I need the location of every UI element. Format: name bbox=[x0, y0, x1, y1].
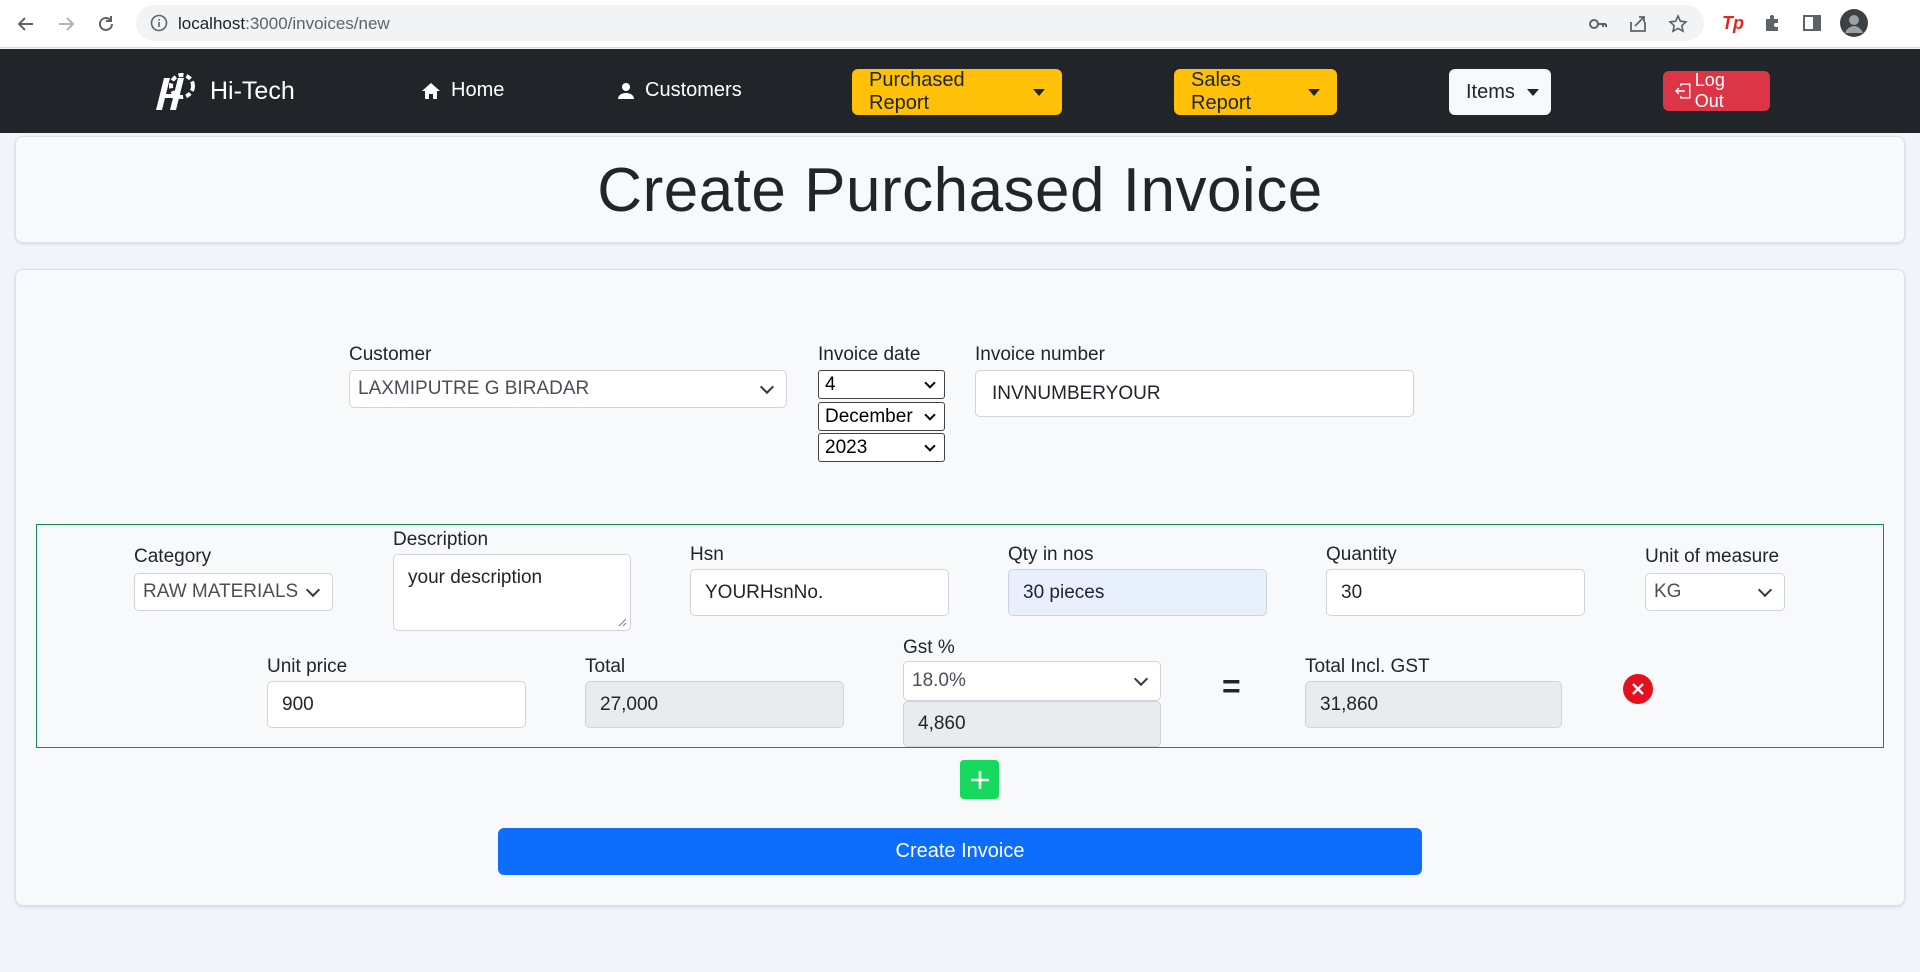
url-text: localhost:3000/invoices/new bbox=[178, 14, 390, 33]
quantity-label: Quantity bbox=[1326, 544, 1397, 565]
reload-icon[interactable] bbox=[92, 10, 120, 38]
items-label: Items bbox=[1466, 80, 1515, 103]
page-title: Create Purchased Invoice bbox=[597, 156, 1323, 225]
description-textarea[interactable]: your description bbox=[393, 554, 631, 631]
unit-price-input[interactable]: 900 bbox=[267, 681, 526, 728]
invoice-date-label: Invoice date bbox=[818, 344, 921, 365]
tp-extension-icon[interactable]: Tp bbox=[1722, 12, 1744, 34]
category-select-value: RAW MATERIALS bbox=[143, 581, 299, 602]
chevron-down-icon bbox=[1133, 671, 1149, 687]
customer-select-value: LAXMIPUTRE G BIRADAR bbox=[358, 378, 590, 399]
total-incl-gst-label: Total Incl. GST bbox=[1305, 656, 1430, 677]
caret-down-icon bbox=[1308, 88, 1320, 96]
invoice-number-input[interactable]: INVNUMBERYOUR bbox=[975, 370, 1414, 417]
uom-label: Unit of measure bbox=[1645, 546, 1780, 567]
site-info-icon[interactable] bbox=[150, 14, 168, 32]
address-bar[interactable]: localhost:3000/invoices/new bbox=[136, 5, 1704, 41]
browser-toolbar: localhost:3000/invoices/new Tp bbox=[0, 0, 1920, 48]
gst-label: Gst % bbox=[903, 637, 955, 658]
gst-select-value: 18.0% bbox=[912, 670, 966, 691]
day-select[interactable]: 4 bbox=[818, 370, 945, 399]
chevron-down-icon bbox=[305, 582, 321, 598]
qty-nos-label: Qty in nos bbox=[1008, 544, 1094, 565]
uom-select[interactable]: KG bbox=[1645, 573, 1785, 611]
quantity-input[interactable]: 30 bbox=[1326, 569, 1585, 616]
nav-home-label: Home bbox=[451, 79, 505, 101]
puzzle-extensions-icon[interactable] bbox=[1762, 12, 1784, 34]
year-select[interactable]: 2023 bbox=[818, 433, 945, 462]
chevron-down-icon bbox=[924, 376, 936, 389]
add-item-button[interactable] bbox=[960, 760, 999, 799]
brand-logo-icon bbox=[156, 73, 195, 110]
nav-customers-label: Customers bbox=[645, 79, 742, 101]
profile-avatar[interactable] bbox=[1840, 9, 1868, 37]
description-label: Description bbox=[393, 529, 489, 550]
back-icon[interactable] bbox=[12, 10, 40, 38]
chevron-down-icon bbox=[924, 439, 936, 452]
resize-grip-icon[interactable] bbox=[617, 617, 627, 627]
remove-item-button[interactable] bbox=[1623, 674, 1653, 704]
month-select-value: December bbox=[825, 405, 913, 427]
nav-customers[interactable]: Customers bbox=[617, 79, 742, 102]
total-incl-gst-readonly: 31,860 bbox=[1305, 681, 1562, 728]
sales-report-label: Sales Report bbox=[1191, 69, 1252, 114]
unit-price-label: Unit price bbox=[267, 656, 348, 677]
chevron-down-icon bbox=[924, 408, 936, 421]
brand[interactable]: Hi-Tech bbox=[152, 69, 295, 113]
total-readonly: 27,000 bbox=[585, 681, 844, 728]
gst-amount-readonly: 4,860 bbox=[903, 701, 1161, 747]
title-card: Create Purchased Invoice bbox=[15, 136, 1905, 243]
plus-icon bbox=[970, 770, 989, 789]
year-select-value: 2023 bbox=[825, 436, 868, 458]
key-icon[interactable] bbox=[1588, 14, 1608, 34]
hsn-input[interactable]: YOURHsnNo. bbox=[690, 569, 949, 616]
category-select[interactable]: RAW MATERIALS bbox=[134, 573, 333, 611]
user-icon bbox=[618, 82, 634, 99]
caret-down-icon bbox=[1033, 88, 1045, 96]
logout-button[interactable]: Log Out bbox=[1663, 70, 1770, 111]
app-navbar: Hi-Tech Home Customers Purchased Report … bbox=[0, 49, 1920, 133]
brand-name: Hi-Tech bbox=[210, 76, 295, 105]
uom-select-value: KG bbox=[1654, 581, 1682, 602]
home-icon bbox=[422, 82, 440, 99]
description-value: your description bbox=[408, 567, 543, 588]
purchased-report-label: Purchased Report bbox=[869, 69, 965, 114]
nav-home[interactable]: Home bbox=[421, 79, 504, 102]
hsn-label: Hsn bbox=[690, 544, 724, 565]
sales-report-dropdown[interactable]: Sales Report bbox=[1174, 69, 1337, 115]
equals-sign: = bbox=[1222, 668, 1241, 704]
invoice-number-label: Invoice number bbox=[975, 344, 1105, 365]
caret-down-icon bbox=[1526, 88, 1539, 96]
logout-icon bbox=[1675, 83, 1691, 99]
close-icon bbox=[1632, 683, 1644, 695]
total-label: Total bbox=[585, 656, 626, 677]
chevron-down-icon bbox=[1757, 582, 1773, 598]
logout-label: Log Out bbox=[1694, 70, 1725, 111]
purchased-report-dropdown[interactable]: Purchased Report bbox=[852, 69, 1062, 115]
customer-label: Customer bbox=[349, 344, 432, 365]
share-icon[interactable] bbox=[1628, 14, 1648, 34]
bookmark-star-icon[interactable] bbox=[1668, 14, 1688, 34]
day-select-value: 4 bbox=[825, 373, 836, 395]
side-panel-icon[interactable] bbox=[1801, 12, 1823, 34]
qty-nos-input[interactable]: 30 pieces bbox=[1008, 569, 1267, 616]
customer-select[interactable]: LAXMIPUTRE G BIRADAR bbox=[349, 370, 787, 408]
category-label: Category bbox=[134, 546, 212, 567]
items-dropdown[interactable]: Items bbox=[1449, 69, 1551, 115]
gst-select[interactable]: 18.0% bbox=[903, 661, 1161, 701]
month-select[interactable]: December bbox=[818, 402, 945, 431]
create-invoice-button[interactable]: Create Invoice bbox=[498, 828, 1422, 875]
chevron-down-icon bbox=[759, 379, 775, 395]
forward-icon[interactable] bbox=[52, 10, 80, 38]
